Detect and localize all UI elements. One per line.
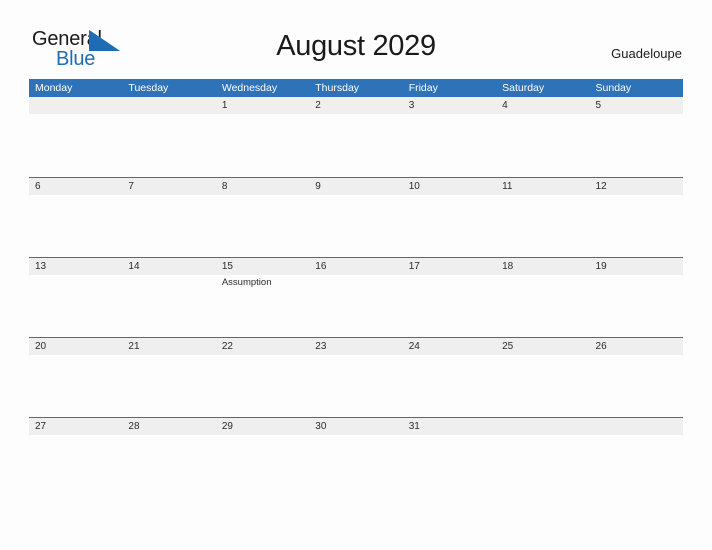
day-events <box>496 195 589 257</box>
day-events <box>122 195 215 257</box>
day-events <box>29 195 122 257</box>
week-date-band: 13 14 15 16 17 18 19 <box>29 258 683 275</box>
day-number[interactable]: 11 <box>496 178 589 195</box>
calendar-grid: Monday Tuesday Wednesday Thursday Friday… <box>29 79 683 497</box>
day-number[interactable]: 2 <box>309 97 402 114</box>
day-events <box>496 355 589 417</box>
day-number[interactable]: 1 <box>216 97 309 114</box>
day-events <box>309 435 402 497</box>
day-number[interactable]: 15 <box>216 258 309 275</box>
day-number[interactable]: 6 <box>29 178 122 195</box>
week-date-band: 20 21 22 23 24 25 26 <box>29 338 683 355</box>
page-title: August 2029 <box>276 30 436 62</box>
day-number[interactable]: 17 <box>403 258 496 275</box>
day-events <box>496 435 589 497</box>
day-events <box>590 435 683 497</box>
day-events <box>216 114 309 176</box>
day-number[interactable]: 29 <box>216 418 309 435</box>
day-events <box>496 275 589 337</box>
day-events <box>403 435 496 497</box>
calendar-weeks: 1 2 3 4 5 6 7 8 9 10 11 12 13 14 15 16 17 18 19 Assumption 2… <box>29 97 683 497</box>
day-events[interactable]: Assumption <box>216 275 309 337</box>
day-events <box>122 275 215 337</box>
weekday-header-saturday: Saturday <box>502 82 545 94</box>
day-events <box>122 435 215 497</box>
day-number[interactable]: 30 <box>309 418 402 435</box>
day-events <box>216 435 309 497</box>
week-date-band: 6 7 8 9 10 11 12 <box>29 178 683 195</box>
day-number[interactable]: 9 <box>309 178 402 195</box>
day-number[interactable]: 22 <box>216 338 309 355</box>
calendar-week-row: 6 7 8 9 10 11 12 <box>29 177 683 257</box>
week-event-band <box>29 195 683 257</box>
day-events <box>590 114 683 176</box>
day-events <box>590 195 683 257</box>
day-events <box>403 275 496 337</box>
day-number[interactable]: 5 <box>590 97 683 114</box>
calendar-week-row: 20 21 22 23 24 25 26 <box>29 337 683 417</box>
day-number <box>590 418 683 435</box>
day-events <box>29 355 122 417</box>
weekday-header-wednesday: Wednesday <box>221 82 278 94</box>
weekday-header-row: Monday Tuesday Wednesday Thursday Friday… <box>29 79 683 97</box>
day-number[interactable]: 26 <box>590 338 683 355</box>
day-events <box>403 114 496 176</box>
day-events <box>590 275 683 337</box>
weekday-header-monday: Monday <box>35 82 73 94</box>
day-number[interactable]: 31 <box>403 418 496 435</box>
day-events <box>216 355 309 417</box>
day-number[interactable]: 14 <box>122 258 215 275</box>
day-number[interactable]: 3 <box>403 97 496 114</box>
day-number[interactable]: 4 <box>496 97 589 114</box>
day-events <box>29 435 122 497</box>
holiday-label: Assumption <box>221 277 272 288</box>
day-number[interactable]: 23 <box>309 338 402 355</box>
day-events <box>122 114 215 176</box>
day-number[interactable]: 13 <box>29 258 122 275</box>
day-number[interactable]: 16 <box>309 258 402 275</box>
day-events <box>309 195 402 257</box>
day-events <box>403 195 496 257</box>
day-events <box>309 355 402 417</box>
day-number[interactable]: 21 <box>122 338 215 355</box>
locale-label: Guadeloupe <box>611 46 682 61</box>
day-number <box>496 418 589 435</box>
day-number[interactable]: 19 <box>590 258 683 275</box>
day-number <box>122 97 215 114</box>
day-events <box>216 195 309 257</box>
day-events <box>496 114 589 176</box>
day-number[interactable]: 28 <box>122 418 215 435</box>
day-number[interactable]: 10 <box>403 178 496 195</box>
week-event-band <box>29 435 683 497</box>
day-number[interactable]: 24 <box>403 338 496 355</box>
week-event-band <box>29 114 683 176</box>
day-events <box>309 114 402 176</box>
day-events <box>403 355 496 417</box>
week-date-band: 27 28 29 30 31 <box>29 418 683 435</box>
page-header: General Blue August 2029 Guadeloupe <box>0 0 712 79</box>
day-number[interactable]: 8 <box>216 178 309 195</box>
week-date-band: 12345 <box>29 97 683 114</box>
day-number[interactable]: 20 <box>29 338 122 355</box>
day-number[interactable]: 27 <box>29 418 122 435</box>
week-event-band: Assumption <box>29 275 683 337</box>
calendar-week-row: 27 28 29 30 31 <box>29 417 683 497</box>
day-events <box>309 275 402 337</box>
day-number[interactable]: 25 <box>496 338 589 355</box>
calendar-week-row: 13 14 15 16 17 18 19 Assumption <box>29 257 683 337</box>
week-event-band <box>29 355 683 417</box>
day-number[interactable]: 12 <box>590 178 683 195</box>
weekday-header-tuesday: Tuesday <box>128 82 169 94</box>
day-events <box>29 275 122 337</box>
day-events <box>590 355 683 417</box>
calendar-week-row: 12345 <box>29 97 683 177</box>
day-number[interactable]: 7 <box>122 178 215 195</box>
weekday-header-sunday: Sunday <box>595 82 632 94</box>
day-events <box>122 355 215 417</box>
day-number[interactable]: 18 <box>496 258 589 275</box>
weekday-header-friday: Friday <box>408 82 438 94</box>
day-events <box>29 114 122 176</box>
weekday-header-thursday: Thursday <box>315 82 360 94</box>
day-number <box>29 97 122 114</box>
